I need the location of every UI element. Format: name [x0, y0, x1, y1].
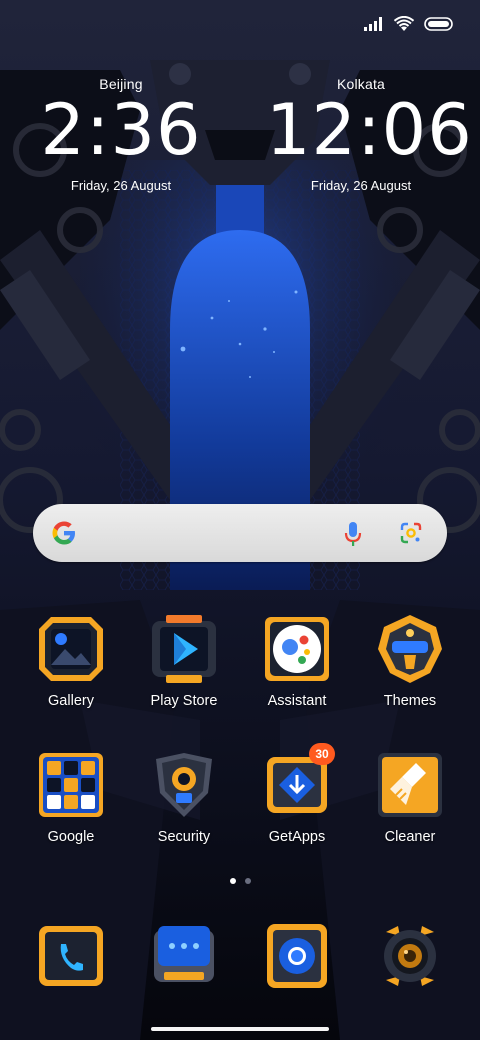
dock-camera[interactable] — [376, 922, 444, 990]
dock-chrome[interactable] — [263, 922, 331, 990]
home-gesture-bar[interactable] — [151, 1027, 329, 1031]
app-google-folder[interactable]: Google — [15, 751, 127, 845]
clock-widget-kolkata[interactable]: Kolkata 12:06 Friday, 26 August — [266, 76, 473, 193]
google-search-bar[interactable] — [33, 504, 447, 562]
phone-icon — [37, 926, 105, 994]
app-label: Cleaner — [384, 829, 436, 845]
cleaner-icon — [376, 751, 444, 819]
lens-icon[interactable] — [399, 521, 423, 550]
wifi-icon — [393, 15, 415, 37]
dock-phone[interactable] — [37, 922, 105, 990]
page-dot-active[interactable] — [229, 878, 236, 884]
app-label: Gallery — [48, 693, 94, 709]
getapps-icon: 30 — [263, 743, 335, 819]
assistant-icon — [263, 615, 331, 683]
app-label: Play Store — [150, 693, 218, 709]
app-label: Themes — [383, 693, 437, 709]
google-folder-icon — [37, 751, 105, 819]
app-security[interactable]: Security — [128, 751, 240, 845]
themes-icon — [376, 615, 444, 683]
page-dot[interactable] — [244, 878, 251, 884]
microphone-icon[interactable] — [343, 521, 363, 552]
clock-time: 2:36 — [40, 89, 202, 171]
app-assistant[interactable]: Assistant — [241, 615, 353, 709]
app-play-store[interactable]: Play Store — [128, 615, 240, 709]
gallery-icon — [37, 615, 105, 683]
google-logo-icon — [50, 519, 78, 552]
chrome-icon — [263, 924, 331, 994]
dock-messages[interactable] — [150, 922, 218, 990]
signal-icon — [364, 17, 384, 36]
notification-badge: 30 — [309, 743, 335, 765]
page-indicator[interactable] — [0, 878, 480, 884]
app-label: Google — [47, 829, 95, 845]
app-label: Security — [157, 829, 211, 845]
app-gallery[interactable]: Gallery — [15, 615, 127, 709]
clock-time: 12:06 — [266, 89, 473, 171]
app-label: GetApps — [268, 829, 326, 845]
app-themes[interactable]: Themes — [354, 615, 466, 709]
clock-date: Friday, 26 August — [310, 178, 412, 193]
clock-date: Friday, 26 August — [70, 178, 172, 193]
play-store-icon — [150, 615, 218, 683]
app-getapps[interactable]: 30 GetApps — [241, 743, 353, 845]
security-icon — [150, 751, 218, 819]
app-cleaner[interactable]: Cleaner — [354, 751, 466, 845]
app-label: Assistant — [267, 693, 327, 709]
clock-widget-beijing[interactable]: Beijing 2:36 Friday, 26 August — [26, 76, 216, 193]
battery-icon — [424, 17, 454, 36]
messages-icon — [150, 926, 218, 994]
camera-icon — [376, 926, 444, 994]
status-bar — [0, 0, 480, 56]
